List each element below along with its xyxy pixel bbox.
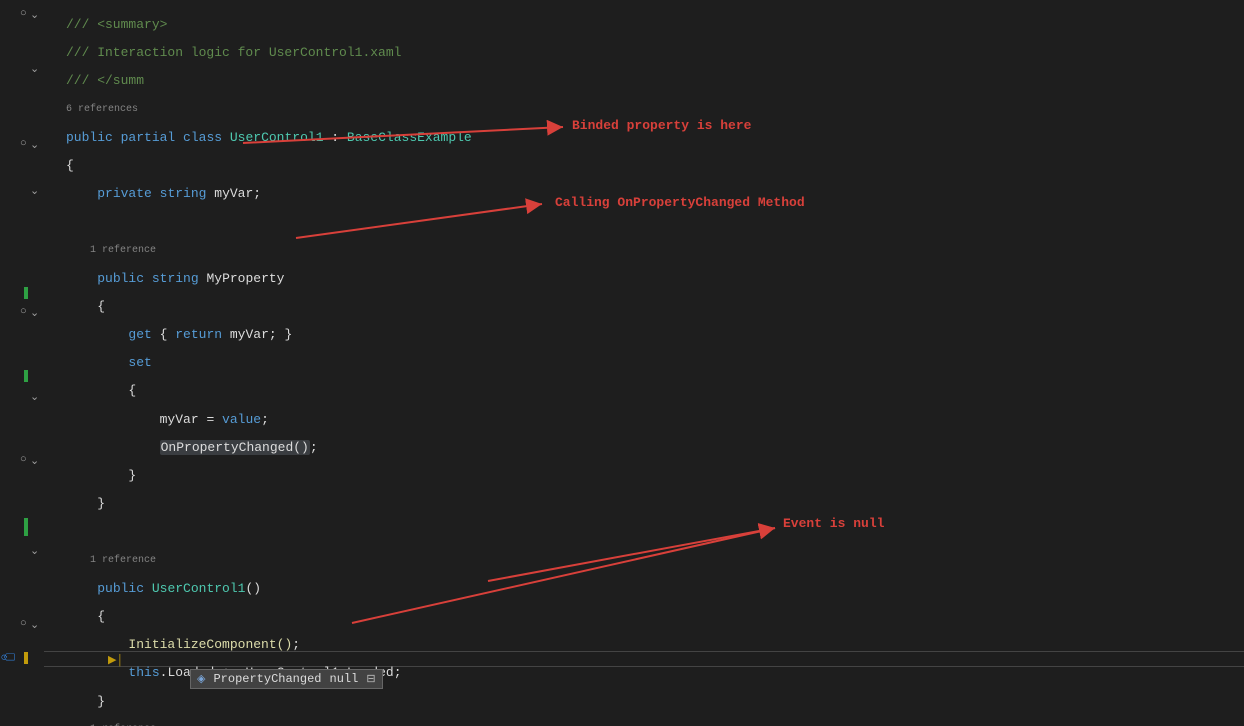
fold-circle-icon[interactable]: ○ [20, 138, 27, 150]
keyword: string [160, 186, 207, 201]
gutter: ○ ⌄ ⌄ ○ ⌄ ⌄ ○ ⌄ ⌄ ○ ⌄ ⌄ ○ ⌄ [0, 0, 44, 726]
fold-circle-icon[interactable]: ○ [20, 306, 27, 318]
debug-datatip[interactable]: ◈ PropertyChanged null ⊟ [190, 669, 383, 689]
annotation-event-null: Event is null [783, 516, 884, 531]
keyword: value [222, 412, 261, 427]
fold-chevron-icon[interactable]: ⌄ [30, 390, 39, 404]
keyword: partial [121, 130, 176, 145]
code-editor[interactable]: /// <summary> /// Interaction logic for … [66, 4, 714, 726]
keyword: get [128, 327, 151, 342]
field-icon: ◈ [197, 672, 205, 686]
identifier: myVar [214, 186, 253, 201]
fold-chevron-icon[interactable]: ⌄ [30, 138, 39, 152]
change-marker-green-icon [24, 287, 28, 299]
fold-chevron-icon[interactable]: ⌄ [30, 8, 39, 22]
doc-comment: /// <summary> [66, 17, 167, 32]
doc-comment: /// Interaction logic for UserControl1.x… [66, 45, 401, 60]
fold-chevron-icon[interactable]: ⌄ [30, 306, 39, 320]
keyword: public [66, 130, 113, 145]
change-marker-yellow-icon [24, 652, 28, 664]
constructor-name: UserControl1 [152, 581, 246, 596]
keyword: public [97, 581, 144, 596]
codelens[interactable]: 1 reference [90, 245, 156, 256]
fold-chevron-icon[interactable]: ⌄ [30, 184, 39, 198]
identifier: myVar [160, 412, 199, 427]
fold-chevron-icon[interactable]: ⌄ [30, 62, 39, 76]
fold-circle-icon[interactable]: ○ [20, 454, 27, 466]
annotation-binded-property: Binded property is here [572, 118, 751, 133]
doc-comment: /// </summ [66, 73, 144, 88]
property-name: MyProperty [206, 271, 284, 286]
keyword: private [97, 186, 152, 201]
type-name: BaseClassExample [347, 130, 472, 145]
change-marker-green-icon [24, 518, 28, 536]
annotation-calling-onpropertychanged: Calling OnPropertyChanged Method [555, 195, 805, 210]
datatip-value: null [330, 672, 359, 686]
change-marker-green-icon [24, 370, 28, 382]
keyword: class [183, 130, 222, 145]
codelens[interactable]: 1 reference [90, 555, 156, 566]
keyword: set [128, 355, 151, 370]
keyword: this [128, 665, 159, 680]
identifier: myVar [230, 327, 269, 342]
datatip-name: PropertyChanged [213, 672, 321, 686]
fold-chevron-icon[interactable]: ⌄ [30, 454, 39, 468]
type-name: UserControl1 [230, 130, 324, 145]
fold-circle-icon[interactable]: ○ [20, 8, 27, 20]
fold-chevron-icon[interactable]: ⌄ [30, 618, 39, 632]
fold-circle-icon[interactable]: ○ [20, 618, 27, 630]
keyword: public [97, 271, 144, 286]
keyword: return [175, 327, 222, 342]
codelens[interactable]: 6 references [66, 102, 714, 117]
keyword: string [152, 271, 199, 286]
fold-chevron-icon[interactable]: ⌄ [30, 544, 39, 558]
pin-icon[interactable]: ⊟ [366, 672, 375, 686]
method-call: OnPropertyChanged() [160, 440, 310, 455]
method-call: InitializeComponent() [128, 637, 292, 652]
